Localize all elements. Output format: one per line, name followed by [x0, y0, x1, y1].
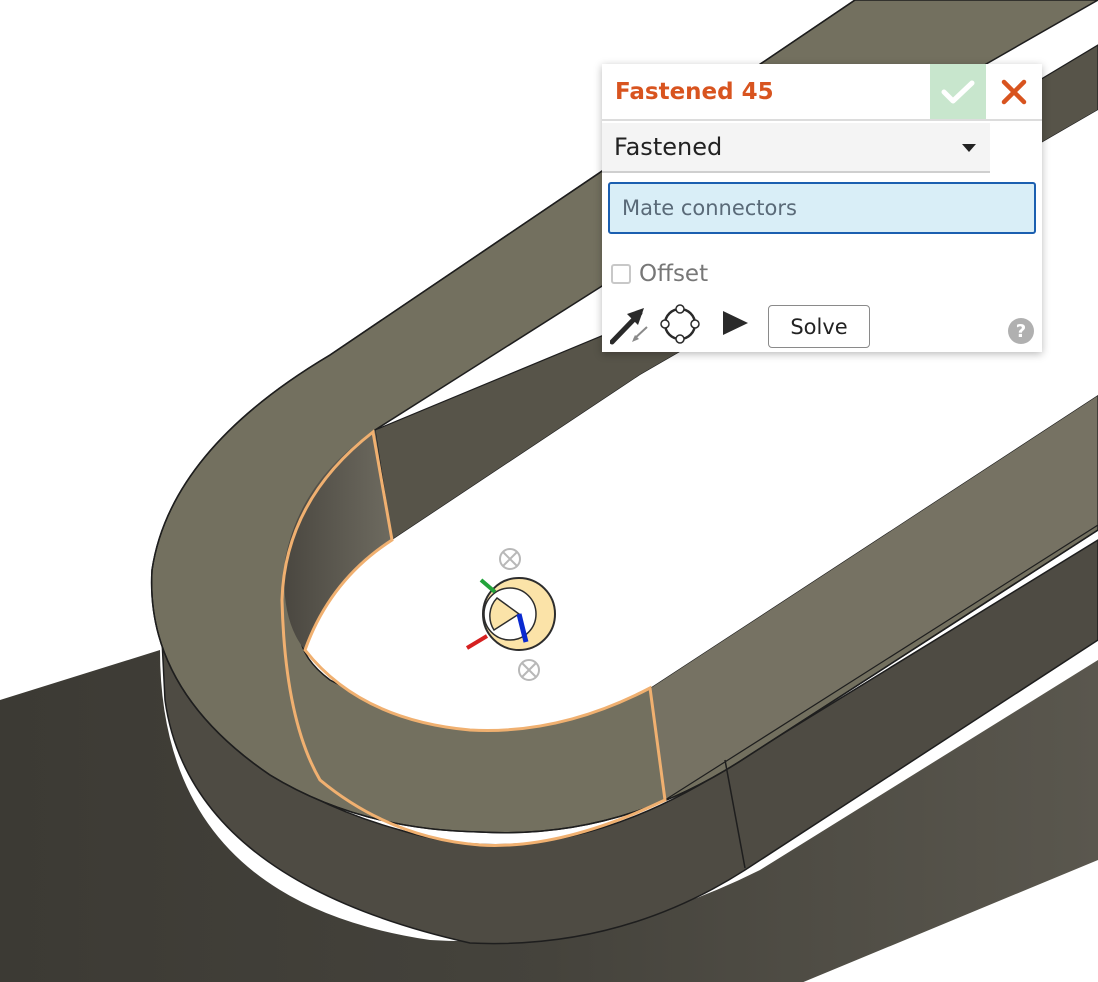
help-question-icon[interactable]: ? — [1008, 318, 1034, 344]
checkmark-icon — [941, 80, 975, 103]
mate-connectors-input[interactable] — [608, 182, 1036, 234]
animate-button[interactable] — [720, 309, 750, 339]
mate-feature-title: Fastened 45 — [615, 79, 774, 105]
offset-label: Offset — [639, 261, 709, 287]
flip-primary-axis-button[interactable] — [609, 305, 650, 345]
close-x-icon — [1001, 79, 1027, 104]
mate-dialog: Fastened 45 Fastened Offset — [602, 64, 1042, 352]
mate-dialog-header: Fastened 45 — [602, 64, 1042, 121]
offset-checkbox[interactable] — [611, 264, 631, 284]
flip-arrow-icon — [609, 308, 648, 345]
accept-button[interactable] — [930, 64, 986, 119]
play-icon — [723, 311, 748, 335]
solve-button[interactable]: Solve — [768, 305, 870, 348]
offset-checkbox-row[interactable]: Offset — [611, 260, 708, 288]
mate-type-value: Fastened — [614, 133, 723, 161]
mate-type-select[interactable]: Fastened — [602, 123, 990, 173]
cancel-button[interactable] — [986, 64, 1042, 119]
reorient-secondary-axis-button[interactable] — [660, 304, 700, 344]
dropdown-caret-icon — [962, 144, 976, 152]
rotate-circle-icon — [660, 304, 700, 344]
